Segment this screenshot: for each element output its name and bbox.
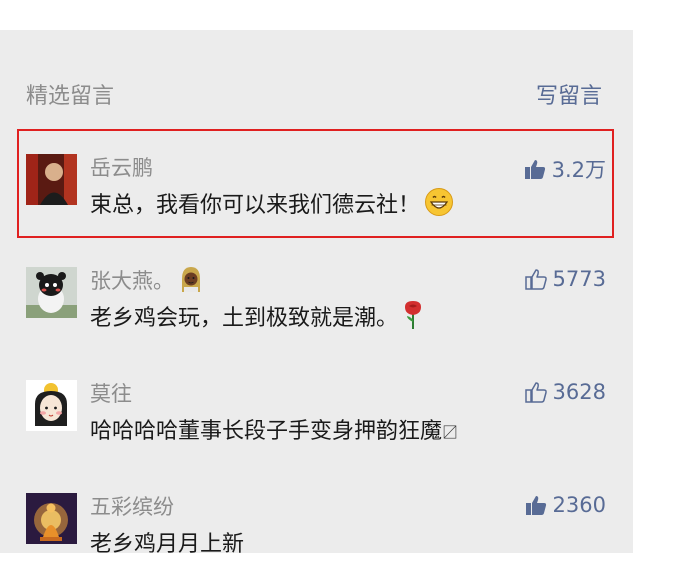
like-button[interactable]: 3.2万: [523, 154, 606, 184]
like-count: 3.2万: [551, 158, 606, 182]
comment-text-body: 老乡鸡会玩，土到极致就是潮。: [90, 306, 399, 331]
write-comment-link[interactable]: 写留言: [536, 78, 602, 110]
woman-with-headscarf-emoji-icon: [178, 265, 204, 298]
like-count: 5773: [552, 267, 606, 291]
rose-emoji-icon: [402, 300, 424, 336]
comment-item: 莫往 哈哈哈哈董事长段子手变身押韵狂魔〼 3628: [0, 356, 633, 466]
grinning-face-emoji-icon: [424, 187, 454, 223]
like-count: 3628: [552, 380, 606, 404]
comment-text: 老乡鸡月月上新: [90, 532, 245, 557]
avatar-yue-yunpeng[interactable]: [26, 154, 77, 205]
thumbs-up-filled-icon: [523, 157, 547, 181]
comment-nickname-text: 张大燕。: [90, 269, 174, 293]
comment-nickname: 莫往: [90, 382, 132, 406]
comment-item: 五彩缤纷 老乡鸡月月上新 2360: [0, 469, 633, 579]
thumbs-up-outline-icon: [524, 267, 548, 291]
comment-text-body: 束总，我看你可以来我们德云社！: [90, 193, 421, 218]
comment-nickname: 五彩缤纷: [90, 495, 174, 519]
like-button[interactable]: 3628: [524, 380, 606, 404]
comment-item: 岳云鹏 束总，我看你可以来我们德云社！ 3.2万: [0, 130, 633, 240]
comment-item: 张大燕。 老乡鸡会玩，土到极致就是潮。 5773: [0, 243, 633, 353]
featured-comments-title: 精选留言: [26, 84, 115, 109]
thumbs-up-outline-icon: [524, 380, 548, 404]
comment-text: 哈哈哈哈董事长段子手变身押韵狂魔〼: [90, 413, 458, 445]
comment-text: 束总，我看你可以来我们德云社！: [90, 187, 454, 223]
missing-glyph-box: 〼: [442, 423, 459, 442]
avatar-zhang-dayan[interactable]: [26, 267, 77, 318]
like-button[interactable]: 5773: [524, 267, 606, 291]
like-count: 2360: [552, 493, 606, 517]
thumbs-up-filled-icon: [524, 493, 548, 517]
like-button[interactable]: 2360: [524, 493, 606, 517]
comment-text: 老乡鸡会玩，土到极致就是潮。: [90, 300, 424, 336]
comment-text-body: 哈哈哈哈董事长段子手变身押韵狂魔: [90, 419, 443, 444]
avatar-wucai-binfen[interactable]: [26, 493, 77, 544]
avatar-mo-wang[interactable]: [26, 380, 77, 431]
comment-nickname: 张大燕。: [90, 265, 204, 298]
comment-nickname: 岳云鹏: [90, 156, 153, 180]
